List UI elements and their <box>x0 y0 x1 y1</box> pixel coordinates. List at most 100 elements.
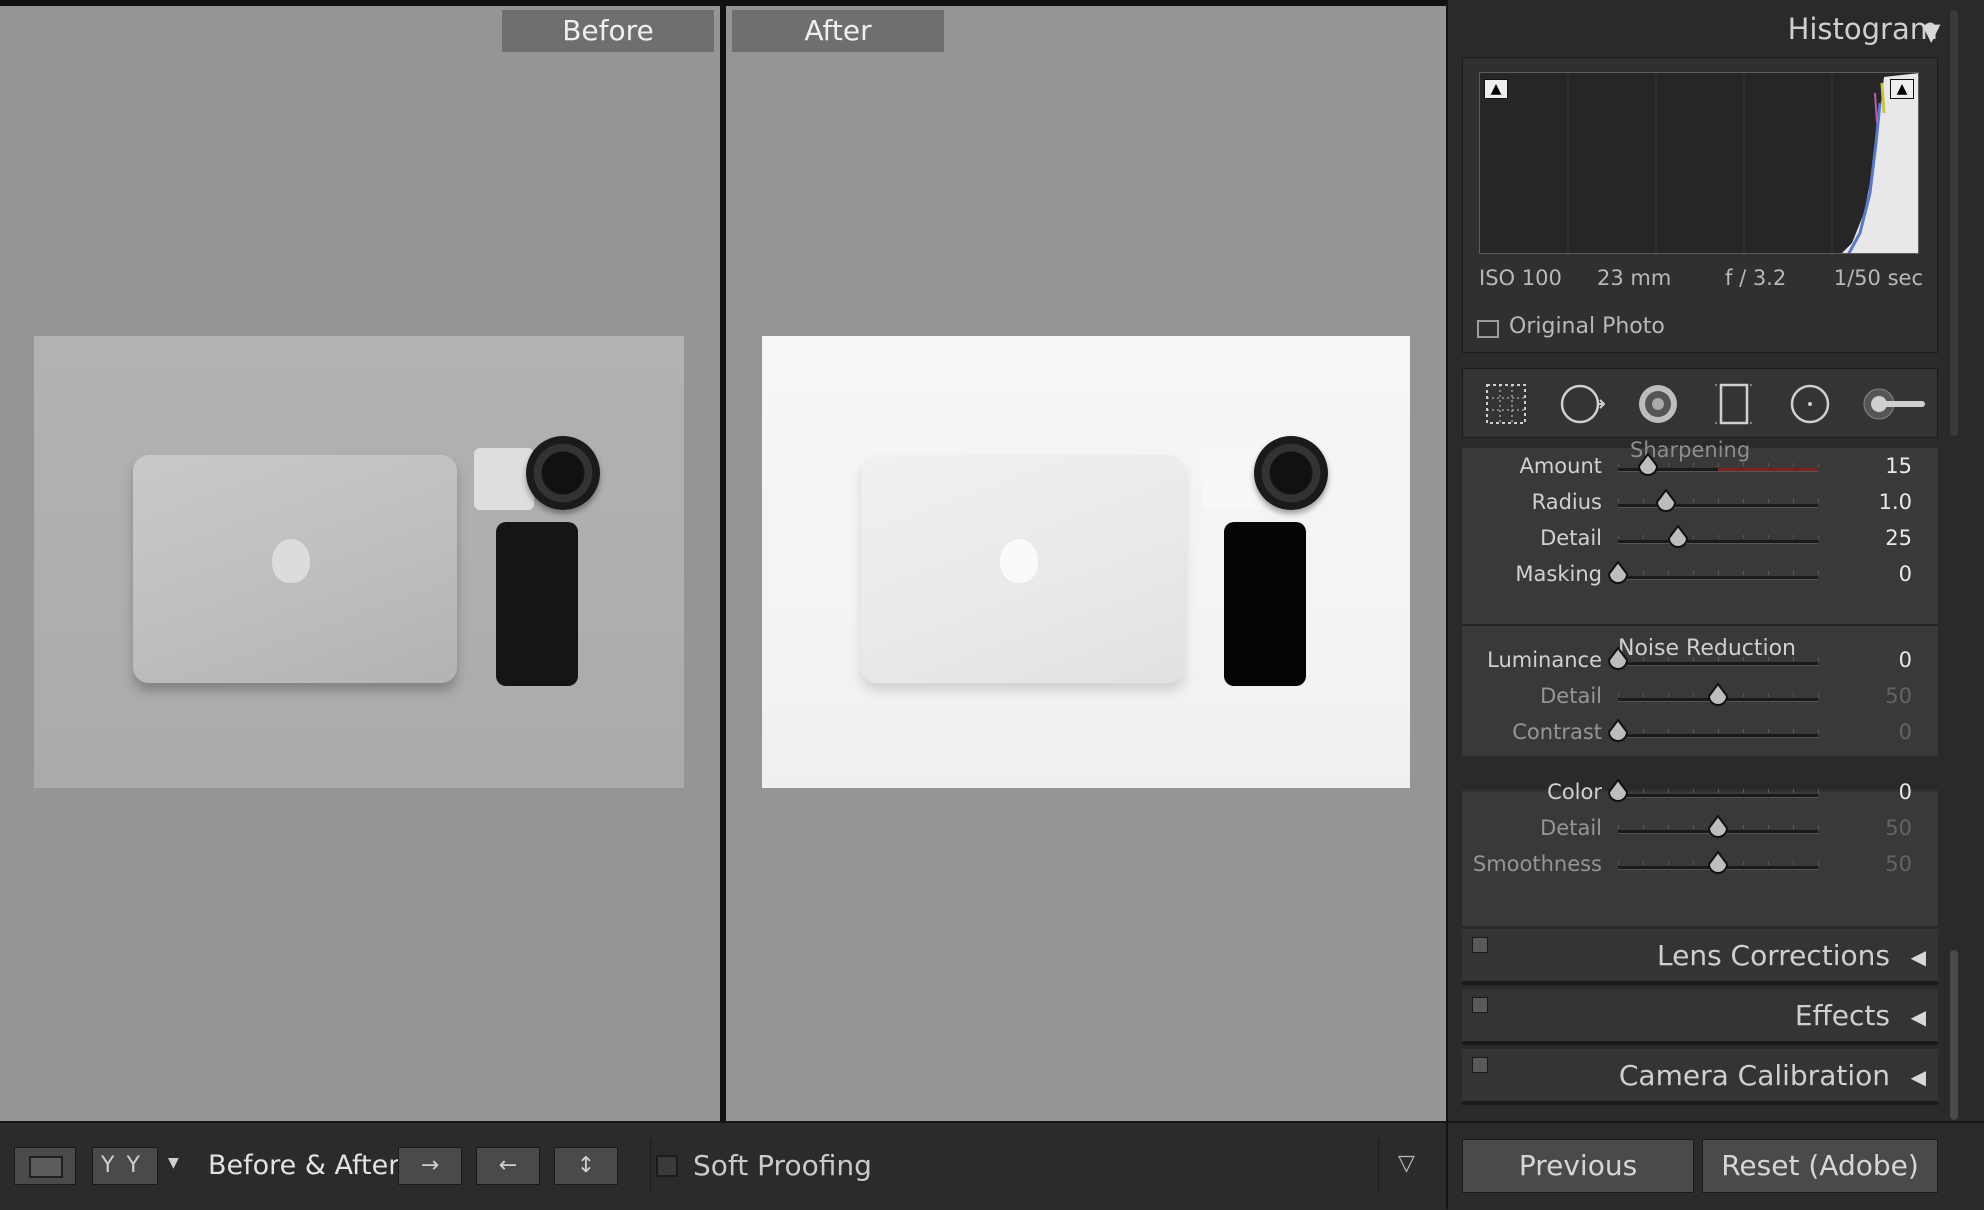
slider-tick <box>1743 535 1744 539</box>
soft-proofing-label[interactable]: Soft Proofing <box>693 1147 872 1185</box>
slider-tick <box>1693 861 1694 865</box>
slider-tick <box>1643 693 1644 697</box>
slider-track[interactable] <box>1618 452 1819 476</box>
slider-value[interactable]: 15 <box>1852 454 1912 478</box>
crop-overlay-icon[interactable] <box>1483 381 1529 427</box>
loupe-view-button[interactable] <box>14 1147 76 1185</box>
before-after-view-button[interactable]: YY <box>92 1147 158 1185</box>
sharpening-masking-slider-row: Masking 0 <box>1462 558 1938 594</box>
histogram-title[interactable]: Histogram <box>1788 12 1938 46</box>
slider-value[interactable]: 50 <box>1852 816 1912 840</box>
slider-tick <box>1818 729 1819 733</box>
slider-tick <box>1643 571 1644 575</box>
slider-tick <box>1618 693 1619 697</box>
slider-track[interactable] <box>1618 850 1819 874</box>
copy-before-to-after-button[interactable]: → <box>398 1147 462 1185</box>
toolbar-menu-icon[interactable]: ▽ <box>1398 1151 1415 1176</box>
original-photo-checkbox[interactable] <box>1477 320 1499 338</box>
expand-arrow-icon[interactable]: ◀ <box>1911 945 1926 969</box>
view-mode-dropdown-icon[interactable]: ▼ <box>168 1155 179 1171</box>
slider-value[interactable]: 0 <box>1852 562 1912 586</box>
panel-switch[interactable] <box>1472 1057 1488 1073</box>
slider-track[interactable] <box>1618 524 1819 548</box>
slider-tick <box>1718 463 1719 467</box>
exif-aperture: f / 3.2 <box>1725 266 1787 290</box>
arrow-left-icon: ← <box>498 1153 518 1178</box>
slider-tick <box>1693 571 1694 575</box>
before-photo[interactable] <box>34 336 684 788</box>
before-after-label: Before & After : <box>208 1150 418 1181</box>
expand-arrow-icon[interactable]: ◀ <box>1911 1005 1926 1029</box>
slider-tick <box>1743 571 1744 575</box>
slider-tick <box>1718 657 1719 661</box>
previous-button[interactable]: Previous <box>1462 1139 1694 1193</box>
slider-track[interactable] <box>1607 560 1819 584</box>
slider-tick <box>1643 499 1644 503</box>
graduated-filter-icon[interactable] <box>1711 381 1757 427</box>
original-photo-label[interactable]: Original Photo <box>1509 314 1665 339</box>
slider-tick <box>1768 693 1769 697</box>
panel-scrollbar-thumb[interactable] <box>1950 950 1958 1120</box>
slider-value[interactable]: 0 <box>1852 780 1912 804</box>
develop-right-panel: Histogram ▼ ▲ ▲ ISO 100 23 mm f / 3.2 1/… <box>1446 0 1984 1210</box>
slider-value[interactable]: 50 <box>1852 684 1912 708</box>
exif-focal-length: 23 mm <box>1597 266 1672 290</box>
slider-value[interactable]: 0 <box>1852 648 1912 672</box>
soft-proofing-checkbox[interactable] <box>656 1155 678 1177</box>
noise-luminance-slider-row: Luminance 0 <box>1462 644 1938 680</box>
copy-after-to-before-button[interactable]: ← <box>476 1147 540 1185</box>
panel-switch[interactable] <box>1472 937 1488 953</box>
histogram-collapse-icon[interactable]: ▼ <box>1922 18 1940 46</box>
lens-corrections-header[interactable]: Lens Corrections ◀ <box>1462 929 1938 985</box>
red-eye-icon[interactable] <box>1635 381 1681 427</box>
section-label: Effects <box>1794 999 1890 1032</box>
laptop-image <box>133 455 457 683</box>
camera-calibration-header[interactable]: Camera Calibration ◀ <box>1462 1049 1938 1105</box>
slider-tick <box>1668 657 1669 661</box>
slider-track[interactable] <box>1607 778 1819 802</box>
panel-switch[interactable] <box>1472 997 1488 1013</box>
slider-tick <box>1693 729 1694 733</box>
slider-tick <box>1793 571 1794 575</box>
effects-header[interactable]: Effects ◀ <box>1462 989 1938 1045</box>
slider-value[interactable]: 0 <box>1852 720 1912 744</box>
slider-value[interactable]: 25 <box>1852 526 1912 550</box>
histogram-graph[interactable]: ▲ ▲ <box>1479 72 1919 254</box>
slider-track[interactable] <box>1618 488 1819 512</box>
slider-tick <box>1643 657 1644 661</box>
expand-arrow-icon[interactable]: ◀ <box>1911 1065 1926 1089</box>
before-pane[interactable]: Before <box>0 6 720 1121</box>
slider-tick <box>1643 729 1644 733</box>
laptop-image <box>861 455 1185 683</box>
section-label: Lens Corrections <box>1656 939 1890 972</box>
slider-track[interactable] <box>1618 682 1819 706</box>
reset-button[interactable]: Reset (Adobe) <box>1702 1139 1938 1193</box>
radial-filter-icon[interactable] <box>1787 381 1833 427</box>
slider-label: Radius <box>1531 490 1602 514</box>
after-photo[interactable] <box>762 336 1410 788</box>
slider-tick <box>1793 825 1794 829</box>
noise-detail-slider-row: Detail 50 <box>1462 680 1938 716</box>
slider-tick <box>1643 535 1644 539</box>
swap-before-after-button[interactable]: ↕ <box>554 1147 618 1185</box>
apple-logo-shape <box>1000 539 1038 583</box>
slider-value[interactable]: 50 <box>1852 852 1912 876</box>
sharpening-radius-slider-row: Radius 1.0 <box>1462 486 1938 522</box>
shadow-clipping-toggle[interactable]: ▲ <box>1484 79 1508 99</box>
after-label: After <box>732 10 944 52</box>
panel-scrollbar[interactable] <box>1950 10 1958 436</box>
slider-value[interactable]: 1.0 <box>1852 490 1912 514</box>
slider-tick <box>1793 499 1794 503</box>
slider-tick <box>1818 825 1819 829</box>
adjustment-brush-icon[interactable] <box>1863 381 1927 427</box>
after-pane[interactable]: After <box>726 6 1446 1121</box>
spot-removal-icon[interactable] <box>1559 381 1605 427</box>
slider-track[interactable] <box>1607 718 1819 742</box>
slider-track[interactable] <box>1618 814 1819 838</box>
slider-tick <box>1718 729 1719 733</box>
highlight-clipping-toggle[interactable]: ▲ <box>1890 79 1914 99</box>
slider-track[interactable] <box>1607 646 1819 670</box>
camera-body-image <box>474 448 534 510</box>
bottom-toolbar: YY ▼ Before & After : → ← ↕ Soft Proofin… <box>0 1121 1446 1210</box>
phone-image <box>496 522 578 686</box>
